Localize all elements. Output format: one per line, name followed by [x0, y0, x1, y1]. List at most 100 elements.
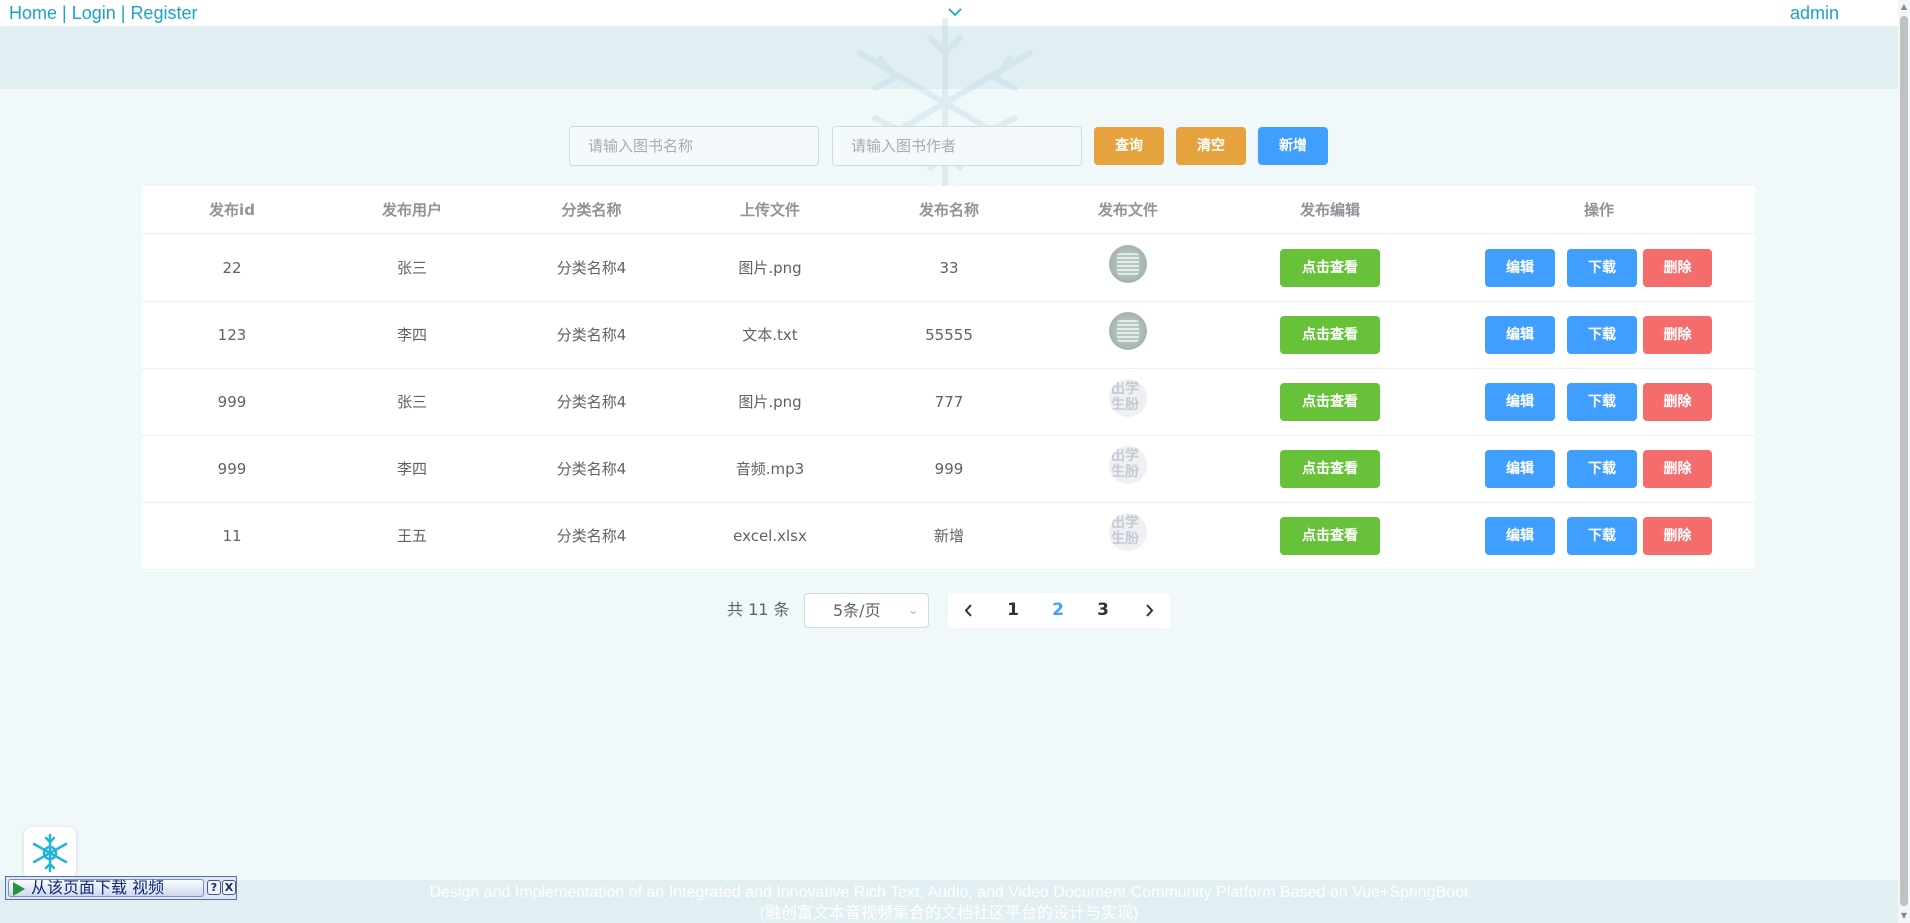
- prev-page-icon[interactable]: [954, 593, 984, 628]
- video-download-bar: 从该页面下载 视频 ? X: [5, 876, 237, 900]
- next-page-icon[interactable]: [1134, 593, 1164, 628]
- cell-category: 分类名称4: [556, 259, 627, 277]
- view-button[interactable]: 点击查看: [1280, 249, 1380, 287]
- edit-button[interactable]: 编辑: [1485, 316, 1555, 354]
- clear-button[interactable]: 清空: [1176, 127, 1246, 165]
- table-header: 发布id 发布用户 分类名称 上传文件 发布名称 发布文件 发布编辑 操作: [142, 186, 1755, 234]
- footer-subtitle: (融创富文本音视频集合的文档社区平台的设计与实现): [759, 905, 1139, 922]
- cell-user: 李四: [396, 326, 427, 344]
- cell-category: 分类名称4: [556, 393, 627, 411]
- download-button[interactable]: 下载: [1567, 517, 1637, 555]
- header-publish-file: 发布文件: [1097, 201, 1158, 219]
- header-publish-id: 发布id: [209, 201, 255, 219]
- cell-name: 55555: [925, 326, 973, 344]
- cell-category: 分类名称4: [556, 527, 627, 545]
- login-link[interactable]: Login: [72, 3, 116, 23]
- delete-button[interactable]: 删除: [1643, 450, 1712, 488]
- cell-id: 999: [217, 460, 247, 478]
- footer-title: Design and Implementation of an Integrat…: [429, 884, 1469, 901]
- video-download-button[interactable]: 从该页面下载 视频: [8, 879, 204, 897]
- table-row: 22 张三 分类名称4 图片.png 33 点击查看 编辑 下载 删除: [142, 235, 1755, 302]
- download-button[interactable]: 下载: [1567, 383, 1637, 421]
- book-author-input[interactable]: 请输入图书作者: [832, 126, 1082, 166]
- edit-button[interactable]: 编辑: [1485, 517, 1555, 555]
- table-row: 999 李四 分类名称4 音频.mp3 999 点击查看 编辑 下载 删除: [142, 436, 1755, 503]
- nav-links: Home | Login | Register: [9, 3, 197, 24]
- header-publish-name: 发布名称: [918, 201, 979, 219]
- video-download-label: 从该页面下载 视频: [31, 878, 165, 897]
- cell-user: 张三: [396, 393, 427, 411]
- snowflake-widget[interactable]: [24, 827, 76, 879]
- delete-button[interactable]: 删除: [1643, 249, 1712, 287]
- cell-user: 张三: [396, 259, 427, 277]
- snowflake-icon: [32, 833, 68, 873]
- book-name-input[interactable]: 请输入图书名称: [569, 126, 819, 166]
- cell-file: 图片.png: [738, 259, 802, 277]
- scroll-up-icon[interactable]: ▲: [1900, 2, 1908, 12]
- cell-id: 123: [217, 326, 247, 344]
- table-row: 123 李四 分类名称4 文本.txt 55555 点击查看 编辑 下载 删除: [142, 302, 1755, 369]
- nav-separator: |: [120, 3, 126, 23]
- scroll-down-icon[interactable]: ▼: [1900, 911, 1908, 921]
- play-icon: [13, 882, 25, 896]
- cell-id: 999: [217, 393, 247, 411]
- add-button[interactable]: 新增: [1258, 127, 1328, 165]
- cell-name: 999: [934, 460, 964, 478]
- cell-category: 分类名称4: [556, 326, 627, 344]
- footer: Design and Implementation of an Integrat…: [0, 880, 1898, 923]
- page-3[interactable]: 3: [1088, 593, 1118, 628]
- close-icon[interactable]: X: [222, 880, 236, 895]
- view-button[interactable]: 点击查看: [1280, 316, 1380, 354]
- page-2[interactable]: 2: [1043, 593, 1073, 628]
- nav-separator: |: [62, 3, 67, 23]
- view-button[interactable]: 点击查看: [1280, 383, 1380, 421]
- scroll-thumb[interactable]: [1900, 16, 1908, 906]
- cell-file: excel.xlsx: [733, 527, 807, 545]
- download-button[interactable]: 下载: [1567, 450, 1637, 488]
- cell-file: 图片.png: [738, 393, 802, 411]
- header-publish-edit: 发布编辑: [1299, 201, 1360, 219]
- header-actions: 操作: [1583, 201, 1614, 219]
- file-thumbnail[interactable]: [1109, 379, 1147, 417]
- page-1[interactable]: 1: [998, 593, 1028, 628]
- cell-user: 李四: [396, 460, 427, 478]
- cell-file: 音频.mp3: [735, 460, 805, 478]
- cell-category: 分类名称4: [556, 460, 627, 478]
- file-thumbnail[interactable]: [1109, 245, 1147, 283]
- file-thumbnail[interactable]: [1109, 513, 1147, 551]
- view-button[interactable]: 点击查看: [1280, 450, 1380, 488]
- delete-button[interactable]: 删除: [1643, 517, 1712, 555]
- download-button[interactable]: 下载: [1567, 316, 1637, 354]
- header-publish-user: 发布用户: [381, 201, 442, 219]
- page-scrollbar[interactable]: ▲ ▼: [1898, 0, 1910, 923]
- home-link[interactable]: Home: [9, 3, 57, 23]
- cell-user: 王五: [396, 527, 427, 545]
- edit-button[interactable]: 编辑: [1485, 249, 1555, 287]
- header-category: 分类名称: [561, 201, 622, 219]
- register-link[interactable]: Register: [130, 3, 197, 23]
- pagination: 1 2 3: [948, 593, 1170, 628]
- cell-file: 文本.txt: [742, 326, 798, 344]
- download-button[interactable]: 下载: [1567, 249, 1637, 287]
- cell-id: 22: [222, 259, 242, 277]
- pagination-total: 共 11 条: [727, 600, 790, 619]
- view-button[interactable]: 点击查看: [1280, 517, 1380, 555]
- cell-id: 11: [222, 527, 242, 545]
- table-row: 11 王五 分类名称4 excel.xlsx 新增 点击查看 编辑 下载 删除: [142, 503, 1755, 570]
- delete-button[interactable]: 删除: [1643, 316, 1712, 354]
- cell-name: 777: [934, 393, 964, 411]
- page-size-value: 5条/页: [833, 601, 881, 620]
- help-icon[interactable]: ?: [207, 880, 221, 895]
- chevron-down-icon: ⌄: [907, 603, 918, 617]
- edit-button[interactable]: 编辑: [1485, 450, 1555, 488]
- cell-name: 新增: [933, 527, 964, 545]
- file-thumbnail[interactable]: [1109, 312, 1147, 350]
- page-size-select[interactable]: 5条/页 ⌄: [804, 593, 929, 628]
- user-menu[interactable]: admin: [1790, 3, 1839, 24]
- header-upload-file: 上传文件: [739, 201, 800, 219]
- query-button[interactable]: 查询: [1094, 127, 1164, 165]
- edit-button[interactable]: 编辑: [1485, 383, 1555, 421]
- delete-button[interactable]: 删除: [1643, 383, 1712, 421]
- file-thumbnail[interactable]: [1109, 446, 1147, 484]
- table-row: 999 张三 分类名称4 图片.png 777 点击查看 编辑 下载 删除: [142, 369, 1755, 436]
